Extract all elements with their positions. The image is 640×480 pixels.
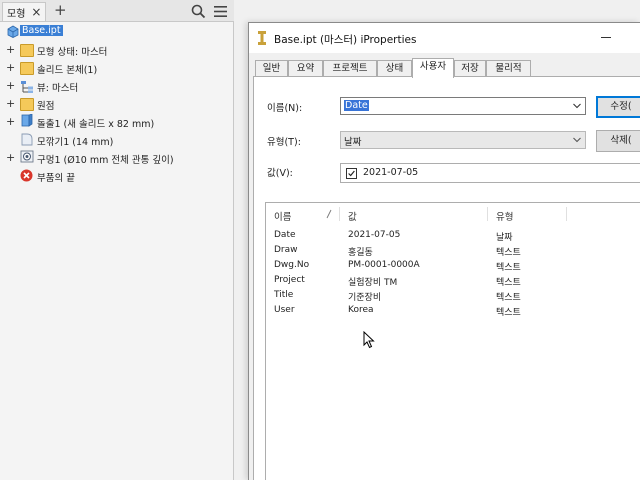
minimize-icon[interactable] — [601, 37, 611, 38]
value-label: 값(V): — [267, 168, 293, 179]
expand-icon[interactable]: + — [6, 98, 15, 109]
cell-type: 텍스트 — [496, 278, 521, 288]
delete-button[interactable]: 삭제( — [596, 130, 640, 152]
model-browser: 모형 × + Base.ipt + 모형 상태: 마스터 + 솔리드 본체(1) — [0, 0, 234, 480]
folder-icon — [20, 44, 34, 57]
chevron-down-icon[interactable] — [573, 137, 581, 143]
cell-value: 홍길동 — [348, 248, 373, 258]
close-icon[interactable]: × — [31, 6, 41, 18]
tree-node-end-of-part[interactable]: 부품의 끝 — [0, 167, 234, 185]
type-label: 유형(T): — [267, 137, 301, 148]
folder-icon — [20, 98, 34, 111]
cell-name: User — [274, 305, 295, 315]
iproperties-icon — [258, 31, 266, 45]
expand-icon[interactable]: + — [6, 80, 15, 91]
type-value: 날짜 — [344, 137, 362, 148]
tab-model[interactable]: 모형 × — [2, 2, 47, 21]
tree-node-label: 부품의 끝 — [37, 173, 75, 184]
chevron-down-icon[interactable] — [573, 103, 581, 109]
cell-name: Title — [274, 290, 294, 300]
tree-node-label: 원점 — [37, 101, 55, 112]
part-icon — [7, 25, 19, 38]
cell-name: Dwg.No — [274, 260, 310, 270]
cell-type: 텍스트 — [496, 308, 521, 318]
tree-node-label: 모깎기1 (14 mm) — [37, 137, 114, 148]
cell-value: Korea — [348, 305, 374, 315]
browser-tab-bar: 모형 × + — [0, 0, 234, 22]
name-combo[interactable]: Date — [340, 97, 586, 115]
tree-node-label: 뷰: 마스터 — [37, 83, 79, 94]
tab-save[interactable]: 저장 — [454, 60, 486, 77]
property-list[interactable]: 이름 값 유형 Date 2021-07-05 날짜 Draw 홍길동 텍스트 … — [265, 202, 640, 480]
checkbox-checked-icon[interactable] — [346, 168, 357, 179]
tree-node-extrude[interactable]: + 돌출1 (새 솔리드 x 82 mm) — [0, 113, 234, 131]
cell-type: 텍스트 — [496, 293, 521, 303]
mouse-cursor-icon — [363, 331, 375, 349]
cell-value: 실험장비 TM — [348, 278, 398, 288]
tree-node-label: Base.ipt — [20, 25, 63, 36]
tree-node-hole[interactable]: + 구멍1 (Ø10 mm 전체 관통 깊이) — [0, 149, 234, 167]
expand-icon[interactable]: + — [6, 44, 15, 55]
name-value: Date — [344, 100, 369, 111]
expand-icon[interactable]: + — [6, 62, 15, 73]
modify-button[interactable]: 수정( — [596, 96, 640, 118]
tree-node-origin[interactable]: + 원점 — [0, 95, 234, 113]
add-tab-icon[interactable]: + — [54, 3, 67, 18]
iproperties-dialog: Base.ipt (마스터) iProperties 일반 요약 프로젝트 상태… — [248, 22, 640, 480]
tab-status[interactable]: 상태 — [377, 60, 412, 77]
cell-type: 텍스트 — [496, 263, 521, 273]
cell-value: 2021-07-05 — [348, 230, 401, 240]
tab-model-label: 모형 — [7, 8, 26, 20]
end-of-part-icon — [20, 169, 33, 182]
tree-node-view[interactable]: + 뷰: 마스터 — [0, 77, 234, 95]
tree-node-label: 돌출1 (새 솔리드 x 82 mm) — [37, 119, 155, 130]
hole-icon — [20, 150, 34, 163]
cell-name: Draw — [274, 245, 298, 255]
column-header-type[interactable]: 유형 — [496, 209, 513, 223]
cell-name: Project — [274, 275, 305, 285]
tree-node-solid-bodies[interactable]: + 솔리드 본체(1) — [0, 59, 234, 77]
column-header-name[interactable]: 이름 — [274, 209, 291, 223]
name-label: 이름(N): — [267, 103, 303, 114]
cell-name: Date — [274, 230, 296, 240]
tab-physical[interactable]: 물리적 — [486, 60, 531, 77]
search-icon[interactable] — [191, 4, 206, 19]
folder-icon — [20, 62, 34, 75]
column-divider[interactable] — [566, 207, 567, 221]
cell-type: 날짜 — [496, 233, 513, 243]
sort-divider-icon — [326, 209, 332, 219]
tab-custom[interactable]: 사용자 — [412, 58, 454, 78]
dialog-title-bar[interactable]: Base.ipt (마스터) iProperties — [249, 23, 640, 53]
tree-node-label: 솔리드 본체(1) — [37, 65, 98, 76]
value-text: 2021-07-05 — [363, 167, 419, 178]
column-divider[interactable] — [487, 207, 488, 221]
tree-node-fillet[interactable]: 모깎기1 (14 mm) — [0, 131, 234, 149]
dialog-title: Base.ipt (마스터) iProperties — [274, 34, 417, 46]
cell-value: PM-0001-0000A — [348, 260, 420, 270]
fillet-icon — [21, 133, 33, 146]
column-header-value[interactable]: 값 — [348, 209, 357, 223]
expand-icon[interactable]: + — [6, 152, 15, 163]
view-icon — [21, 81, 33, 93]
tab-summary[interactable]: 요약 — [288, 60, 323, 77]
tree-node-root[interactable]: Base.ipt — [0, 23, 234, 41]
menu-icon[interactable] — [213, 4, 228, 19]
cell-type: 텍스트 — [496, 248, 521, 258]
type-combo[interactable]: 날짜 — [340, 131, 586, 149]
tab-general[interactable]: 일반 — [255, 60, 288, 77]
column-divider[interactable] — [339, 207, 340, 221]
tree-node-label: 구멍1 (Ø10 mm 전체 관통 깊이) — [37, 155, 174, 166]
extrude-icon — [21, 114, 33, 127]
value-date-picker[interactable]: 2021-07-05 — [340, 163, 640, 183]
expand-icon[interactable]: + — [6, 116, 15, 127]
tab-project[interactable]: 프로젝트 — [323, 60, 377, 77]
cell-value: 기준장비 — [348, 293, 382, 303]
tree-node-model-state[interactable]: + 모형 상태: 마스터 — [0, 41, 234, 59]
tree-node-label: 모형 상태: 마스터 — [37, 47, 108, 58]
